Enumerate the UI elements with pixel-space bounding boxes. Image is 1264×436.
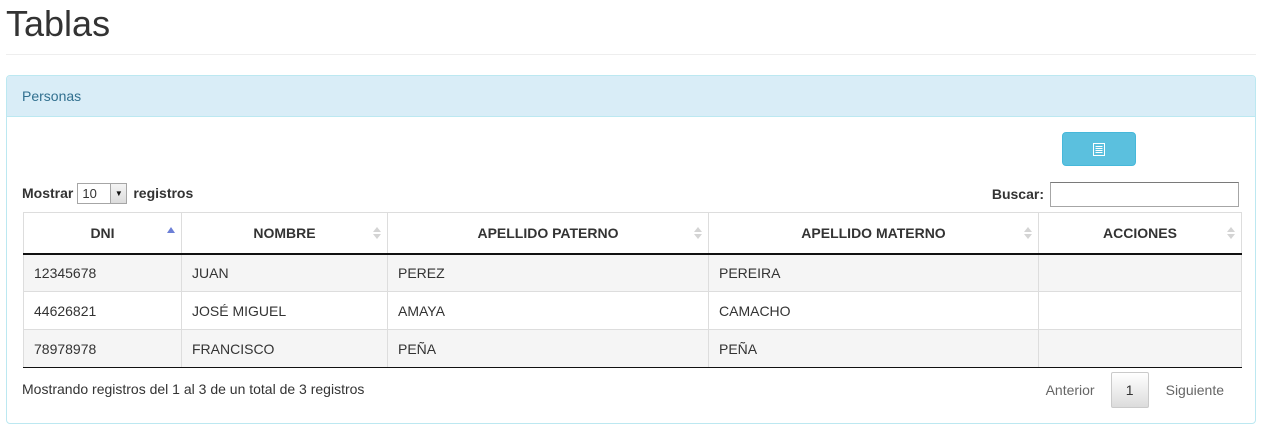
column-header-nombre[interactable]: NOMBRE [181,212,388,255]
column-label: APELLIDO PATERNO [477,224,619,241]
sort-both-icon [694,227,702,239]
cell-acciones [1038,291,1242,330]
previous-page-link[interactable]: Anterior [1046,382,1095,398]
cell-apellido-materno: PEREIRA [708,253,1039,292]
search-control: Buscar: [992,181,1239,207]
table-row: 78978978 FRANCISCO PEÑA PEÑA [23,329,1242,368]
page-length-select[interactable]: 10 ▼ [77,182,128,204]
panel-heading: Personas [7,76,1255,117]
table-list-icon [1093,142,1105,156]
sort-both-icon [1024,227,1032,239]
cell-apellido-paterno: PEÑA [387,329,709,368]
table-row: 44626821 JOSÉ MIGUEL AMAYA CAMACHO [23,291,1242,330]
table-header-row: DNI NOMBRE APELLIDO PATERNO APELLIDO MAT… [23,212,1242,255]
column-label: ACCIONES [1103,224,1177,241]
length-label-after: registros [133,185,194,201]
column-label: DNI [90,224,115,241]
cell-dni: 12345678 [23,253,182,292]
cell-nombre: JUAN [181,253,388,292]
title-divider [6,54,1256,55]
pagination: Anterior 1 Siguiente [1046,372,1239,408]
page-title: Tablas [6,3,111,44]
search-label: Buscar: [991,186,1044,202]
page-length-value: 10 [82,185,97,201]
cell-acciones [1038,253,1242,292]
column-header-acciones[interactable]: ACCIONES [1038,212,1242,255]
length-label-before: Mostrar [22,185,74,201]
cell-apellido-materno: CAMACHO [708,291,1039,330]
personas-table: DNI NOMBRE APELLIDO PATERNO APELLIDO MAT… [23,212,1242,368]
cell-acciones [1038,329,1242,368]
page-1-button[interactable]: 1 [1110,372,1149,408]
cell-apellido-materno: PEÑA [708,329,1039,368]
table-row: 12345678 JUAN PEREZ PEREIRA [23,253,1242,292]
column-label: NOMBRE [253,224,316,241]
table-info: Mostrando registros del 1 al 3 de un tot… [22,381,365,397]
cell-dni: 44626821 [23,291,182,330]
cell-dni: 78978978 [23,329,182,368]
column-header-apellido-materno[interactable]: APELLIDO MATERNO [708,212,1039,255]
cell-nombre: JOSÉ MIGUEL [181,291,388,330]
personas-panel: Personas Mostrar 10 ▼ registros Buscar: [6,75,1256,424]
cell-apellido-paterno: AMAYA [387,291,709,330]
column-label: APELLIDO MATERNO [801,224,946,241]
column-header-dni[interactable]: DNI [23,212,182,255]
search-input[interactable] [1050,181,1239,207]
page-length-control: Mostrar 10 ▼ registros [22,181,193,205]
sort-both-icon [373,227,381,239]
cell-nombre: FRANCISCO [181,329,388,368]
next-page-link[interactable]: Siguiente [1166,382,1224,398]
sort-ascending-icon [167,227,175,233]
sort-both-icon [1227,227,1235,239]
cell-apellido-paterno: PEREZ [387,253,709,292]
column-header-apellido-paterno[interactable]: APELLIDO PATERNO [387,212,709,255]
export-table-button[interactable] [1062,132,1136,166]
chevron-down-icon: ▼ [110,183,127,203]
